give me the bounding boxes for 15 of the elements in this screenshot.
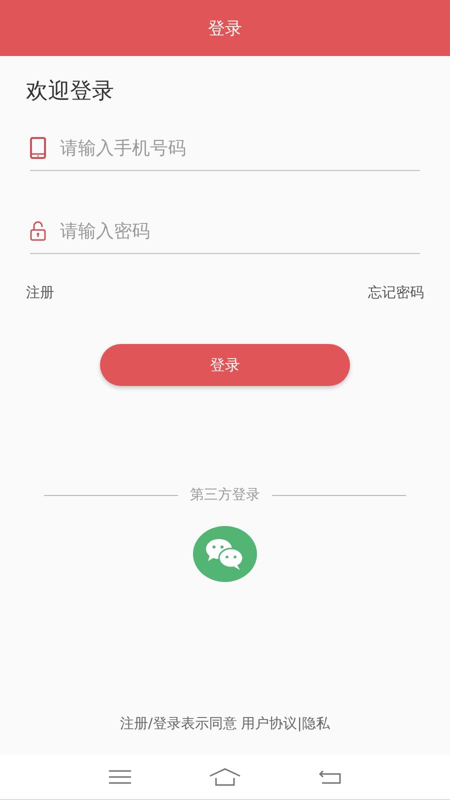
input-field[interactable]: 请输入手机号码 — [60, 138, 420, 158]
header-title: 登录 — [208, 18, 242, 40]
phone-icon — [30, 137, 46, 159]
third-party-label: 第三方登录 — [190, 486, 260, 504]
menu-icon[interactable] — [109, 770, 131, 784]
back-icon[interactable] — [319, 770, 341, 784]
lock-icon — [30, 221, 46, 241]
chat-bubbles-button[interactable] — [193, 526, 257, 582]
home-icon[interactable] — [209, 768, 241, 786]
welcome-heading: 欢迎登录 — [26, 78, 115, 106]
input-field[interactable]: 请输入密码 — [60, 220, 420, 242]
register-link[interactable]: 注册 — [26, 284, 54, 302]
forgot-password-link[interactable]: 忘记密码 — [368, 284, 424, 302]
login-button[interactable]: 登录 — [100, 344, 350, 386]
agreement-text: 注册/登录表示同意 用户协议|隐私 — [120, 715, 330, 733]
